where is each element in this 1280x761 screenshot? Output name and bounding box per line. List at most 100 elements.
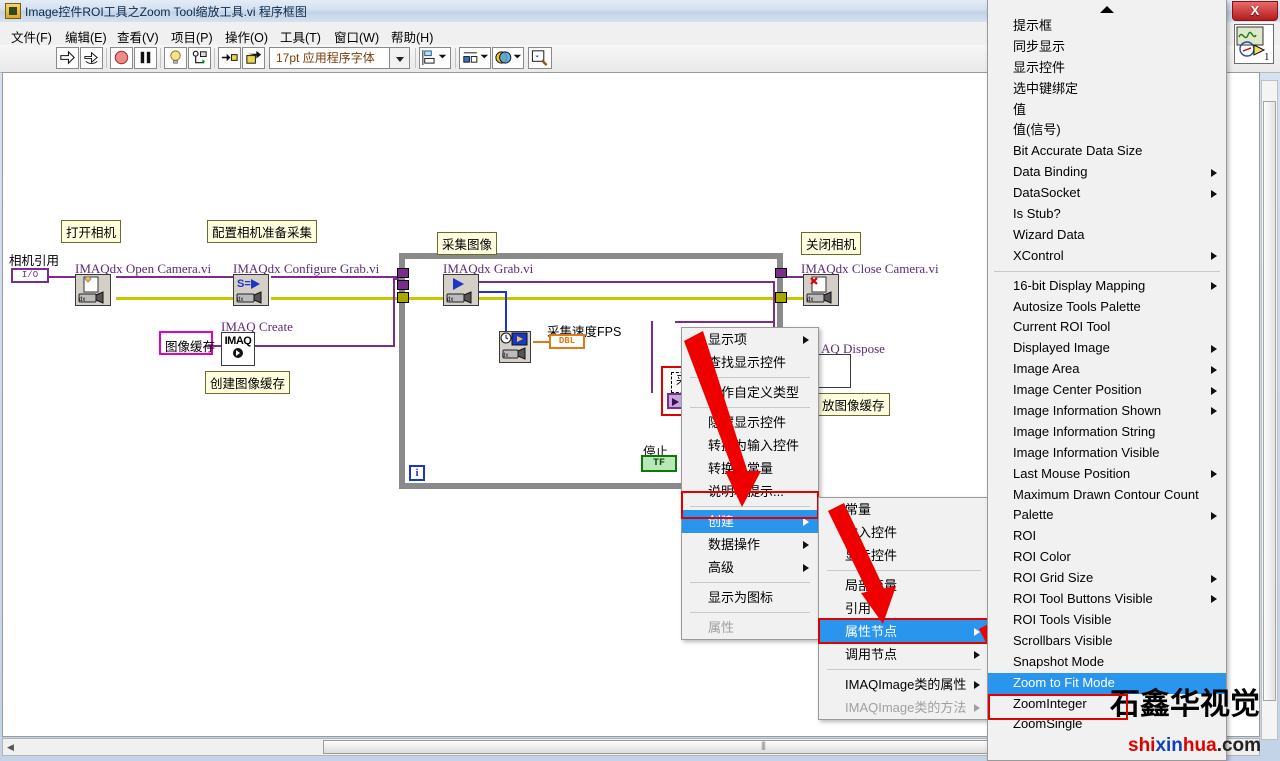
vi-node-imaq-create[interactable]: IMAQ <box>221 332 255 366</box>
vi-node-open-camera[interactable]: dx <box>75 274 111 306</box>
menu-row-view-as-icon[interactable]: 显示为图标 <box>682 586 818 609</box>
wire-grab-image-out <box>475 281 775 283</box>
prop-row-16bit-display-mapping[interactable]: 16-bit Display Mapping <box>988 276 1226 297</box>
fps-indicator-terminal[interactable]: DBL <box>549 334 585 349</box>
wire-display-h <box>675 321 775 323</box>
menu-row-advanced[interactable]: 高级 <box>682 556 818 579</box>
prop-row-bit-accurate-data-size[interactable]: Bit Accurate Data Size <box>988 141 1226 162</box>
prop-row-palette[interactable]: Palette <box>988 505 1226 526</box>
prop-row-data-binding[interactable]: Data Binding <box>988 162 1226 183</box>
chevron-right-icon <box>1211 595 1217 603</box>
create-highlight-box <box>681 491 819 519</box>
prop-row-image-center-position[interactable]: Image Center Position <box>988 380 1226 401</box>
window-title: Image控件ROI工具之Zoom Tool缩放工具.vi 程序框图 <box>25 3 307 20</box>
submenu-row-imaqimage-methods: IMAQImage类的方法 <box>819 696 989 719</box>
step-into-icon[interactable] <box>218 47 241 69</box>
prop-row-image-information-shown[interactable]: Image Information Shown <box>988 401 1226 422</box>
highlight-execution-bulb-icon[interactable] <box>164 47 187 69</box>
prop-row-last-mouse-position[interactable]: Last Mouse Position <box>988 464 1226 485</box>
comment-close-camera: 关闭相机 <box>801 232 861 255</box>
prop-row-displayed-image[interactable]: Displayed Image <box>988 338 1226 359</box>
prop-row-roi[interactable]: ROI <box>988 526 1226 547</box>
vertical-scroll-thumb[interactable] <box>1263 101 1276 701</box>
prop-row-key-focus[interactable]: 选中键绑定 <box>988 79 1226 100</box>
chevron-right-icon <box>1211 387 1217 395</box>
zoom-to-fit-highlight-box <box>988 694 1128 720</box>
prop-row-wizard-data[interactable]: Wizard Data <box>988 225 1226 246</box>
submenu-row-imaqimage-properties[interactable]: IMAQImage类的属性 <box>819 673 989 696</box>
abort-execution-icon[interactable] <box>110 47 133 69</box>
prop-row-xcontrol[interactable]: XControl <box>988 246 1226 267</box>
vertical-scrollbar[interactable] <box>1261 80 1278 740</box>
prop-row-scrollbars-visible[interactable]: Scrollbars Visible <box>988 631 1226 652</box>
menu-row-make-typedef[interactable]: 制作自定义类型 <box>682 381 818 404</box>
menu-row-find-indicator[interactable]: 查找显示控件 <box>682 351 818 374</box>
menu-row-display-items[interactable]: 显示项 <box>682 328 818 351</box>
submenu-row-constant[interactable]: 常量 <box>819 498 989 521</box>
align-objects-icon[interactable] <box>419 47 451 69</box>
submenu-row-local-variable[interactable]: 局部变量 <box>819 574 989 597</box>
submenu-row-indicator[interactable]: 显示控件 <box>819 544 989 567</box>
menu-row-hide-indicator[interactable]: 隐藏显示控件 <box>682 411 818 434</box>
prop-row-tip-strip[interactable]: 提示框 <box>988 16 1226 37</box>
prop-row-autosize-tools-palette[interactable]: Autosize Tools Palette <box>988 297 1226 318</box>
prop-row-roi-grid-size[interactable]: ROI Grid Size <box>988 568 1226 589</box>
wire-error-1 <box>116 297 236 300</box>
iteration-terminal[interactable]: i <box>409 465 425 481</box>
pause-icon[interactable] <box>134 47 157 69</box>
clean-up-diagram-icon[interactable] <box>528 47 552 69</box>
close-button[interactable]: X <box>1232 1 1278 21</box>
prop-row-image-information-string[interactable]: Image Information String <box>988 422 1226 443</box>
prop-row-roi-tool-buttons-visible[interactable]: ROI Tool Buttons Visible <box>988 589 1226 610</box>
reorder-icon[interactable] <box>492 47 524 69</box>
retain-wire-values-icon[interactable] <box>188 47 211 69</box>
create-submenu[interactable]: 常量 输入控件 显示控件 局部变量 引用 属性节点 调用节点 IMAQImage… <box>818 497 990 720</box>
vi-icon-thumbnail[interactable]: 1 <box>1234 24 1274 64</box>
prop-row-value-signaling[interactable]: 值(信号) <box>988 120 1226 141</box>
menu-row-change-to-control[interactable]: 转换为输入控件 <box>682 434 818 457</box>
camera-ref-terminal[interactable]: I/O <box>11 268 49 283</box>
wire-fps-a <box>475 291 507 293</box>
toolbar-divider-1 <box>106 48 107 68</box>
prop-row-is-stub[interactable]: Is Stub? <box>988 204 1226 225</box>
menu-row-change-to-constant[interactable]: 转换为常量 <box>682 457 818 480</box>
prop-row-image-information-visible[interactable]: Image Information Visible <box>988 443 1226 464</box>
submenu-divider-1 <box>827 570 981 571</box>
run-continuously-icon[interactable] <box>80 47 103 69</box>
prop-row-value[interactable]: 值 <box>988 100 1226 121</box>
submenu-row-control[interactable]: 输入控件 <box>819 521 989 544</box>
font-selector[interactable]: 17pt 应用程序字体 <box>269 47 390 69</box>
prop-row-indicator[interactable]: 显示控件 <box>988 58 1226 79</box>
property-node-menu[interactable]: 提示框 同步显示 显示控件 选中键绑定 值 值(信号) Bit Accurate… <box>987 0 1227 761</box>
prop-row-image-area[interactable]: Image Area <box>988 359 1226 380</box>
prop-row-current-roi-tool[interactable]: Current ROI Tool <box>988 317 1226 338</box>
comment-open-camera: 打开相机 <box>61 220 121 243</box>
vi-node-imaq-dispose[interactable] <box>817 354 851 388</box>
camera-ref-label: 相机引用 <box>9 250 59 269</box>
prop-row-synchronous-display[interactable]: 同步显示 <box>988 37 1226 58</box>
wire-display-v <box>651 321 653 393</box>
prop-row-datasocket[interactable]: DataSocket <box>988 183 1226 204</box>
submenu-row-reference[interactable]: 引用 <box>819 597 989 620</box>
font-dropdown-arrow-icon[interactable] <box>390 47 410 69</box>
vi-node-close-camera[interactable]: dx <box>803 274 839 306</box>
vi-node-fps[interactable]: dx <box>499 331 531 363</box>
distribute-objects-icon[interactable] <box>459 47 491 69</box>
prop-row-roi-tools-visible[interactable]: ROI Tools Visible <box>988 610 1226 631</box>
step-over-icon[interactable] <box>242 47 265 69</box>
vi-node-grab[interactable]: dx <box>443 274 479 306</box>
prop-row-maximum-drawn-contour-count[interactable]: Maximum Drawn Contour Count <box>988 485 1226 506</box>
comment-dispose-buffer: 放图像缓存 <box>817 393 890 416</box>
context-menu[interactable]: 显示项 查找显示控件 制作自定义类型 隐藏显示控件 转换为输入控件 转换为常量 … <box>681 327 819 640</box>
run-arrow-icon[interactable] <box>56 47 79 69</box>
scroll-left-arrow-icon[interactable]: ◀ <box>7 742 14 753</box>
chevron-right-icon <box>974 651 980 659</box>
scroll-up-arrow-icon[interactable] <box>988 0 1226 16</box>
menu-row-data-operations[interactable]: 数据操作 <box>682 533 818 556</box>
prop-row-snapshot-mode[interactable]: Snapshot Mode <box>988 652 1226 673</box>
submenu-row-invoke-node[interactable]: 调用节点 <box>819 643 989 666</box>
vi-node-configure-grab[interactable]: S= dx <box>233 274 269 306</box>
stop-terminal[interactable]: TF <box>641 455 677 472</box>
menu-divider-1 <box>690 377 810 378</box>
prop-row-roi-color[interactable]: ROI Color <box>988 547 1226 568</box>
